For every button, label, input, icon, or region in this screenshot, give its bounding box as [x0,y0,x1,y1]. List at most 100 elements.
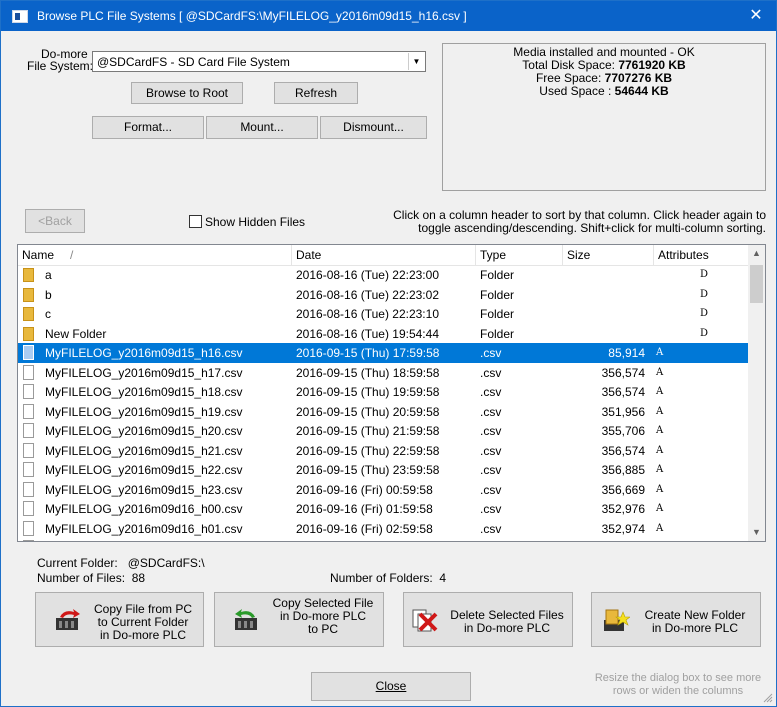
table-row[interactable]: MyFILELOG_y2016m09d16_h02.csv 2016-09-16 … [18,538,749,541]
column-header-size[interactable]: Size [563,245,654,265]
table-row[interactable]: MyFILELOG_y2016m09d16_h01.csv 2016-09-16 … [18,519,749,539]
cell-name: MyFILELOG_y2016m09d15_h21.csv [45,443,243,458]
cell-type: Folder [480,287,515,302]
cell-size: 351,956 [601,404,645,419]
copy-from-pc-line3: in Do-more PLC [99,628,187,642]
used-space-line: Used Space : 54644 KB [539,84,669,98]
cell-name: MyFILELOG_y2016m09d15_h18.csv [45,385,243,399]
file-icon [23,384,34,399]
show-hidden-label[interactable]: Show Hidden Files [205,215,305,229]
scroll-down-icon[interactable]: ▼ [748,524,765,541]
cell-type: .csv [480,443,502,458]
cell-name: MyFILELOG_y2016m09d16_h02.csv [45,538,242,541]
table-row[interactable]: b 2016-08-16 (Tue) 22:23:02 Folder D [18,285,749,305]
cell-size: 355,706 [601,424,645,438]
cell-type: .csv [480,463,502,477]
delete-line2: in Do-more PLC [463,621,551,635]
table-row[interactable]: MyFILELOG_y2016m09d15_h22.csv 2016-09-15 … [18,460,749,480]
cell-date: 2016-09-15 (Thu) 21:59:58 [296,424,440,438]
window-title: Browse PLC File Systems [ @SDCardFS:\MyF… [37,9,467,23]
table-row[interactable]: a 2016-08-16 (Tue) 22:23:00 Folder D [18,265,749,285]
resize-grip-icon[interactable] [763,693,773,703]
folder-icon [23,326,34,341]
cell-attr: D [700,288,709,300]
cell-date: 2016-09-15 (Thu) 23:59:58 [296,463,440,477]
scroll-up-icon[interactable]: ▲ [748,245,765,262]
new-folder-icon [604,609,630,631]
delete-files-button[interactable]: Delete Selected Files in Do-more PLC [403,592,573,647]
cell-attr: A [656,444,664,456]
close-button[interactable]: Close [311,672,471,701]
table-row[interactable]: MyFILELOG_y2016m09d15_h17.csv 2016-09-15 … [18,363,749,383]
table-row[interactable]: MyFILELOG_y2016m09d15_h23.csv 2016-09-16 … [18,480,749,500]
table-row[interactable]: MyFILELOG_y2016m09d15_h16.csv 2016-09-15 … [18,343,749,363]
table-row[interactable]: c 2016-08-16 (Tue) 22:23:10 Folder D [18,304,749,324]
mount-button[interactable]: Mount... [206,116,318,139]
cell-attr: D [700,327,709,339]
number-of-folders-status: Number of Folders: 4 [330,571,447,585]
cell-type: .csv [480,538,501,541]
table-row[interactable]: New Folder 2016-08-16 (Tue) 19:54:44 Folde… [18,324,749,344]
sort-hint-line1: Click on a column header to sort by that… [393,208,766,222]
cell-type: .csv [480,365,502,380]
column-header-type[interactable]: Type [476,245,563,265]
browse-to-root-button[interactable]: Browse to Root [131,82,243,104]
cell-attr: A [656,425,664,436]
refresh-button[interactable]: Refresh [274,82,358,104]
resize-hint-line2: rows or widen the columns [612,685,744,697]
vertical-scrollbar[interactable]: ▲ ▼ [748,245,765,541]
cell-attr: A [656,386,664,397]
cell-name: b [45,287,52,302]
table-row[interactable]: MyFILELOG_y2016m09d15_h20.csv 2016-09-15 … [18,421,749,441]
dismount-button[interactable]: Dismount... [320,116,427,139]
scroll-thumb[interactable] [750,265,763,303]
back-button[interactable]: <Back [25,209,85,233]
copy-to-pc-button[interactable]: Copy Selected File in Do-more PLC to PC [214,592,384,647]
format-button[interactable]: Format... [92,116,204,139]
cell-name: MyFILELOG_y2016m09d15_h22.csv [45,463,243,477]
column-header-date[interactable]: Date [292,245,476,265]
cell-date: 2016-09-15 (Thu) 17:59:58 [296,346,440,360]
table-row[interactable]: MyFILELOG_y2016m09d15_h18.csv 2016-09-15 … [18,382,749,402]
cell-attr: A [656,483,664,495]
chevron-down-icon[interactable]: ▼ [408,53,424,70]
cell-name: MyFILELOG_y2016m09d16_h01.csv [45,521,243,536]
column-header-attributes[interactable]: Attributes [654,245,749,265]
close-icon[interactable]: ✕ [736,1,776,31]
cell-size: 85,914 [608,346,645,360]
cell-name: New Folder [45,326,107,341]
folder-icon [23,307,34,321]
table-row[interactable]: MyFILELOG_y2016m09d16_h00.csv 2016-09-16 … [18,499,749,519]
resize-hint: Resize the dialog box to see more rows o… [589,672,767,698]
show-hidden-checkbox[interactable] [189,215,202,228]
cell-name: c [45,307,51,321]
create-new-folder-button[interactable]: Create New Folder in Do-more PLC [591,592,761,647]
delete-files-icon [412,609,438,632]
copy-to-pc-icon [235,609,257,630]
cell-attr: A [656,503,664,514]
number-of-files-status: Number of Files: 88 [37,571,146,585]
file-list[interactable]: Name / Date Type Size Attributes a 2016-08… [17,244,766,542]
file-icon [23,364,34,380]
table-row[interactable]: MyFILELOG_y2016m09d15_h21.csv 2016-09-15 … [18,441,749,461]
file-icon [23,462,34,477]
cell-date: 2016-09-15 (Thu) 18:59:58 [296,365,440,380]
file-list-header: Name / Date Type Size Attributes [18,245,749,266]
table-row[interactable]: MyFILELOG_y2016m09d15_h19.csv 2016-09-15 … [18,402,749,422]
cell-name: MyFILELOG_y2016m09d15_h17.csv [45,365,243,380]
cell-attr: A [656,538,663,541]
cell-date: 2016-08-16 (Tue) 22:23:10 [296,307,439,321]
current-folder-status: Current Folder: @SDCardFS:\ [37,556,205,570]
cell-attr: A [656,405,664,417]
copy-from-pc-button[interactable]: Copy File from PC to Current Folder in D… [35,592,204,647]
filesystem-selected-value: @SDCardFS - SD Card File System [97,55,290,69]
cell-date: 2016-09-16 (Fri) 01:59:58 [296,502,433,516]
resize-hint-line1: Resize the dialog box to see more [594,672,762,684]
filesystem-select[interactable]: @SDCardFS - SD Card File System ▼ [92,51,426,72]
cell-size: 356,669 [601,482,645,497]
app-icon [12,10,28,23]
cell-type: .csv [480,346,502,360]
column-header-name[interactable]: Name / [18,245,292,265]
cell-type: Folder [480,307,515,321]
cell-date: 2016-09-16 (Fri) 03:59:58 [296,538,433,541]
